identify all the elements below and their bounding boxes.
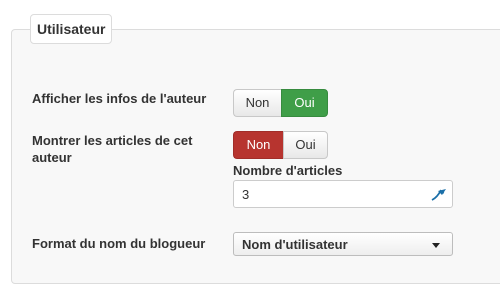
author-info-no-button[interactable]: Non — [233, 89, 281, 117]
chevron-down-icon — [432, 243, 440, 248]
author-info-label: Afficher les infos de l'auteur — [32, 91, 207, 106]
author-articles-yes-button[interactable]: Oui — [283, 131, 328, 159]
author-info-toggle: Non Oui — [233, 89, 328, 117]
author-info-yes-button[interactable]: Oui — [281, 89, 328, 117]
input-helper-icon[interactable] — [431, 186, 447, 202]
author-articles-toggle: Non Oui — [233, 131, 328, 159]
blogger-name-format-label: Format du nom du blogueur — [32, 236, 206, 251]
article-count-label: Nombre d'articles — [233, 163, 343, 178]
fieldset-legend: Utilisateur — [30, 14, 113, 44]
author-articles-no-button[interactable]: Non — [233, 131, 283, 159]
article-count-value: 3 — [242, 187, 250, 202]
author-articles-label: Montrer les articles de cet auteur — [32, 133, 193, 165]
blogger-name-format-value: Nom d'utilisateur — [242, 237, 348, 252]
blogger-name-format-select[interactable]: Nom d'utilisateur — [233, 232, 453, 256]
article-count-input[interactable]: 3 — [233, 180, 453, 208]
